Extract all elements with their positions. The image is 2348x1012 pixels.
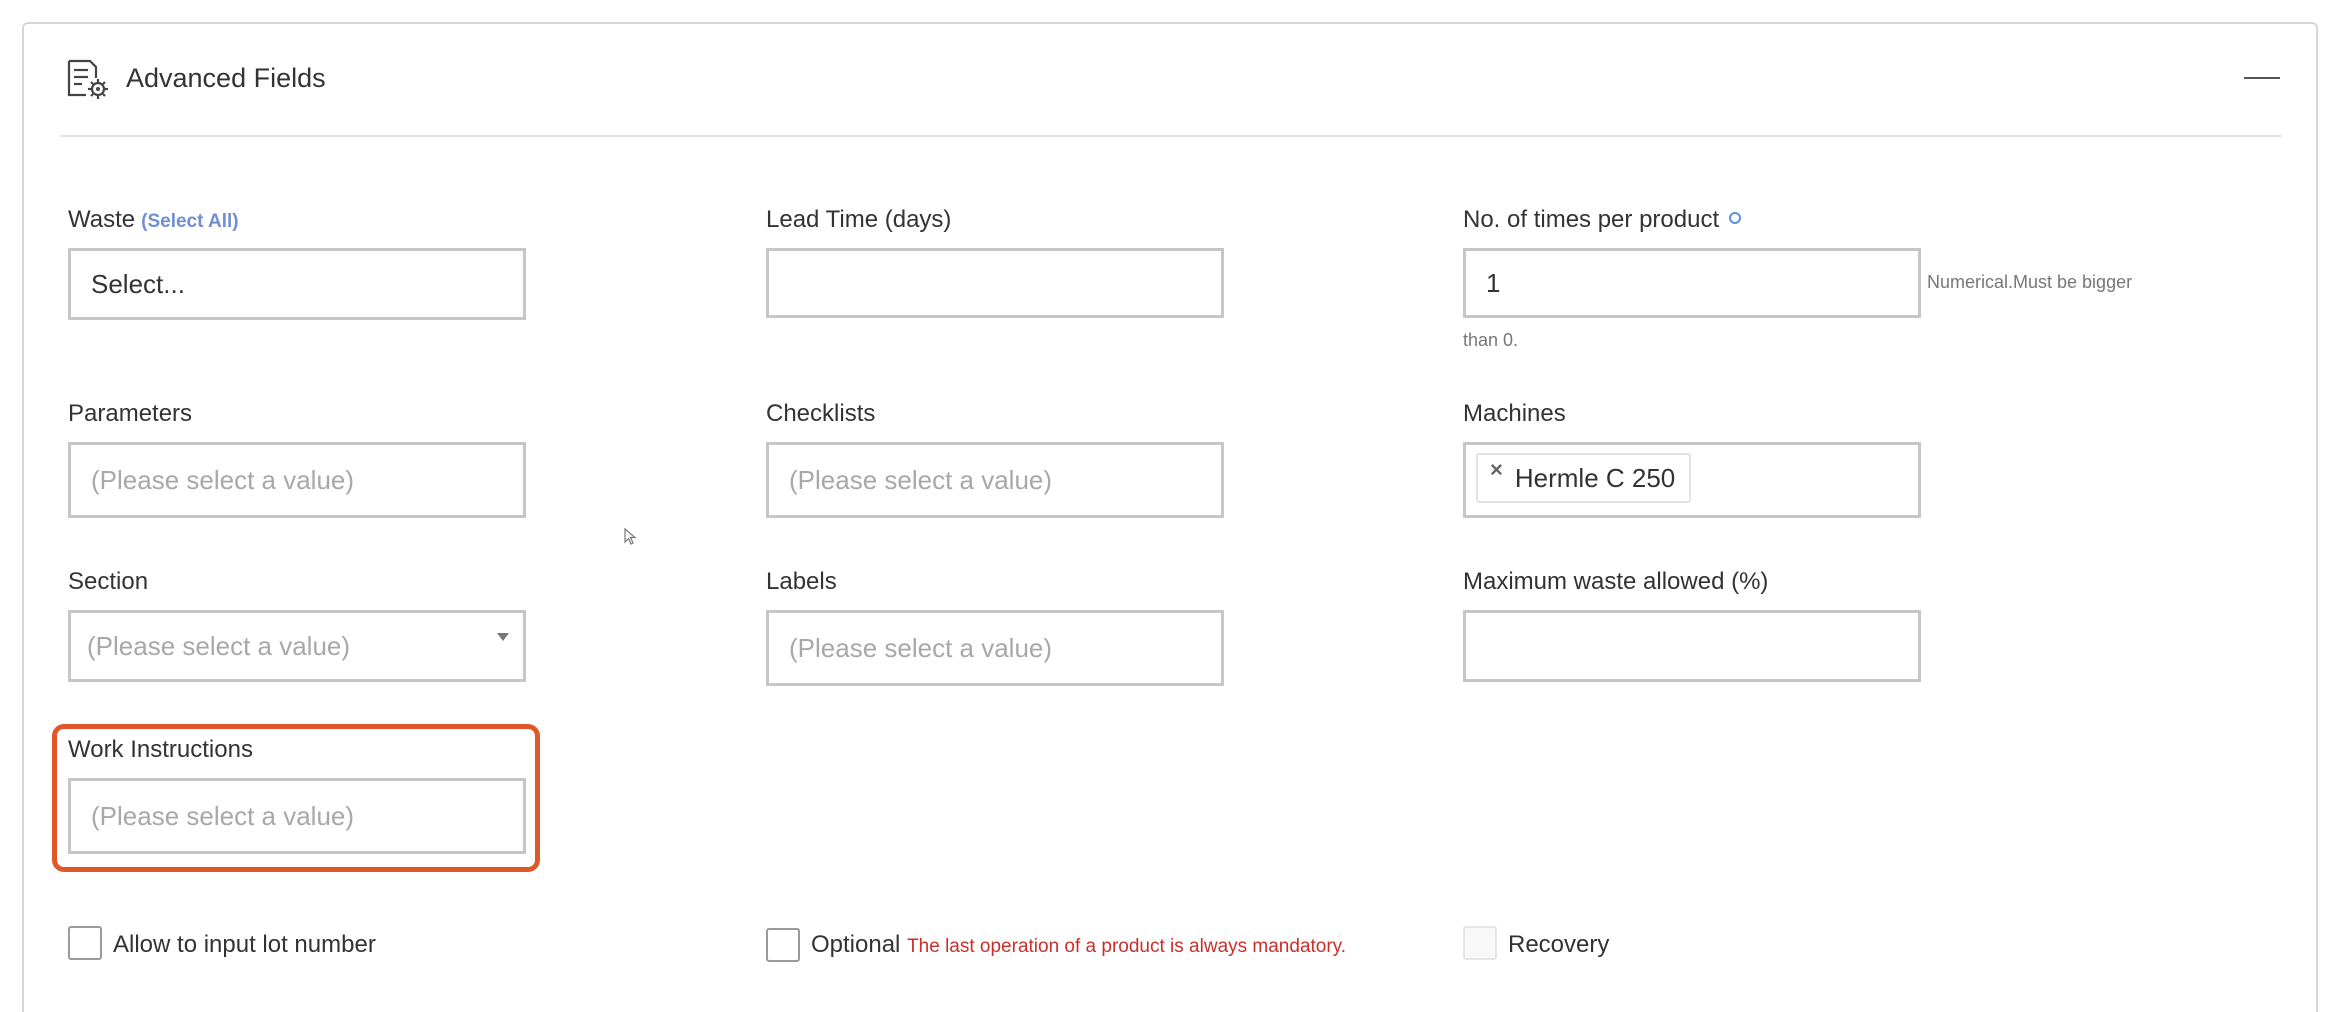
labels-select[interactable]: (Please select a value) <box>766 610 1224 686</box>
times-per-product-label: No. of times per product <box>1463 204 1742 236</box>
header-divider <box>60 135 2282 137</box>
times-per-product-input[interactable]: 1 <box>1463 248 1921 318</box>
checklists-placeholder: (Please select a value) <box>789 465 1053 495</box>
panel-title: Advanced Fields <box>126 63 326 93</box>
section-select[interactable]: (Please select a value) <box>68 610 526 682</box>
labels-label: Labels <box>766 568 837 595</box>
times-per-product-hint: Numerical.Must be bigger <box>1927 272 2133 292</box>
parameters-placeholder: (Please select a value) <box>91 465 355 495</box>
parameters-label: Parameters <box>68 400 193 427</box>
work-instructions-placeholder: (Please select a value) <box>91 801 355 831</box>
times-per-product-label-text: No. of times per product <box>1463 206 1720 233</box>
machine-tag-label: Hermle C 250 <box>1514 463 1676 493</box>
checklists-label: Checklists <box>766 400 876 427</box>
max-waste-input[interactable] <box>1463 610 1921 682</box>
optional-label-text: Optional <box>811 931 901 958</box>
labels-placeholder: (Please select a value) <box>789 633 1053 663</box>
parameters-select[interactable]: (Please select a value) <box>68 442 526 518</box>
collapse-button[interactable] <box>2244 62 2284 94</box>
machine-tag: × Hermle C 250 <box>1476 453 1692 503</box>
waste-select[interactable]: Select... <box>68 248 526 320</box>
times-per-product-value: 1 <box>1486 268 1501 298</box>
form-settings-icon <box>66 58 110 100</box>
max-waste-label: Maximum waste allowed (%) <box>1463 568 1769 595</box>
section-placeholder: (Please select a value) <box>87 631 351 661</box>
waste-label: Waste (Select All) <box>68 204 239 238</box>
work-instructions-select[interactable]: (Please select a value) <box>68 778 526 854</box>
machines-select[interactable]: × Hermle C 250 <box>1463 442 1921 518</box>
optional-checkbox[interactable] <box>766 928 800 962</box>
remove-tag-icon[interactable]: × <box>1490 459 1503 481</box>
waste-select-value: Select... <box>91 269 185 299</box>
optional-warning: The last operation of a product is alway… <box>907 936 1347 957</box>
section-label: Section <box>68 568 149 595</box>
recovery-label: Recovery <box>1508 931 1610 958</box>
times-per-product-hint-cont: than 0. <box>1463 330 1519 350</box>
lot-number-label: Allow to input lot number <box>113 931 376 958</box>
optional-label: Optional The last operation of a product… <box>811 929 1346 963</box>
recovery-checkbox <box>1463 926 1497 960</box>
work-instructions-label: Work Instructions <box>68 736 253 763</box>
waste-label-text: Waste <box>68 206 136 233</box>
machines-label: Machines <box>1463 400 1566 427</box>
lead-time-input[interactable] <box>766 248 1224 318</box>
select-all-link[interactable]: (Select All) <box>141 211 239 232</box>
mouse-cursor-icon <box>624 527 638 546</box>
info-icon[interactable] <box>1729 211 1742 224</box>
lead-time-label: Lead Time (days) <box>766 206 952 233</box>
lot-number-checkbox[interactable] <box>68 926 102 960</box>
chevron-down-icon <box>497 633 509 641</box>
checklists-select[interactable]: (Please select a value) <box>766 442 1224 518</box>
